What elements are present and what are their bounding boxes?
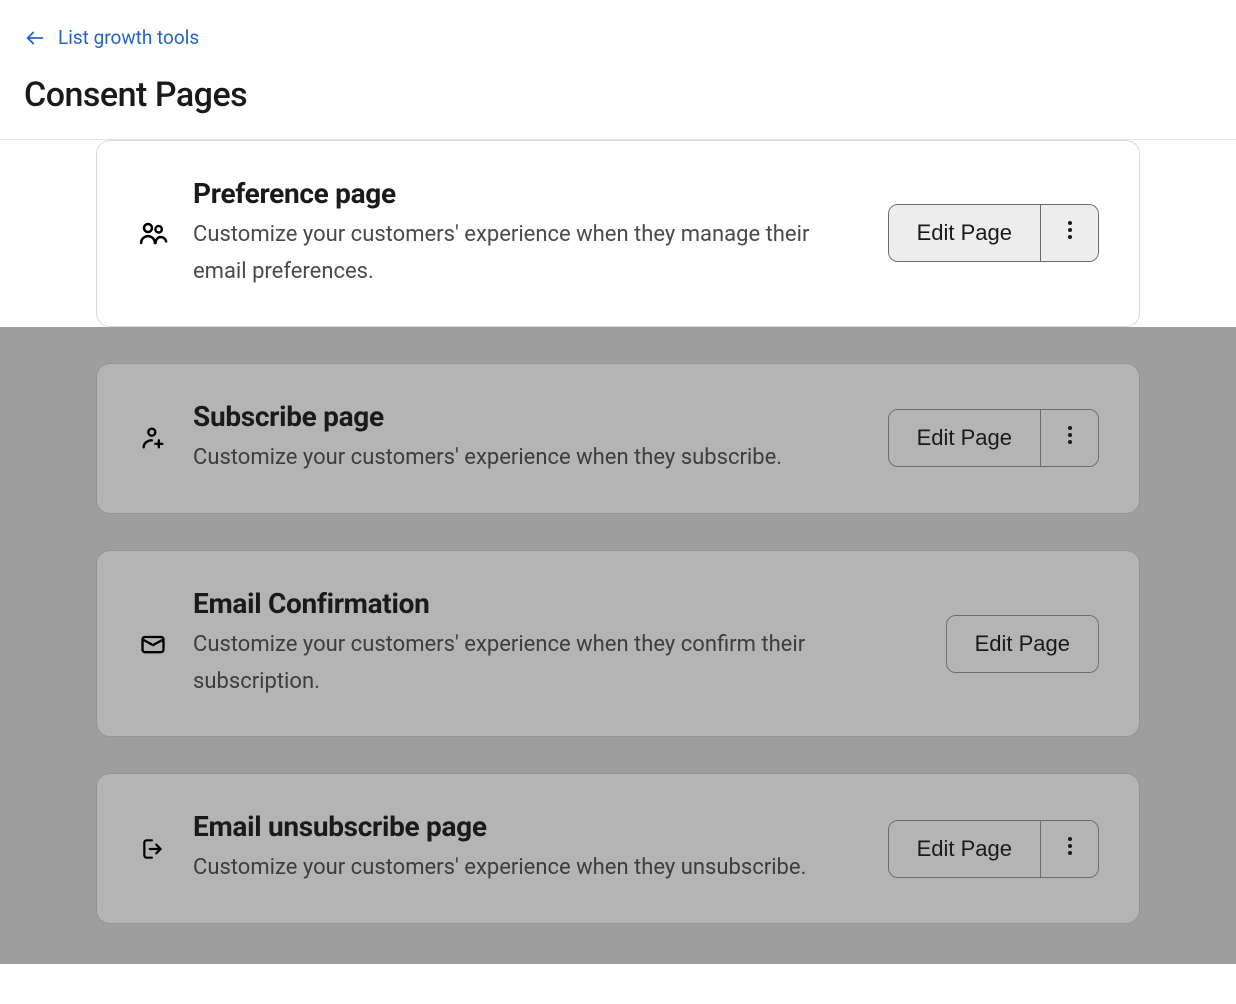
more-actions-button[interactable] (1040, 821, 1098, 877)
preference-page-card: Preference page Customize your customers… (96, 140, 1140, 328)
card-title: Subscribe page (193, 400, 864, 433)
email-confirmation-card: Email Confirmation Customize your custom… (96, 550, 1140, 738)
people-icon (137, 217, 169, 249)
back-link[interactable]: List growth tools (24, 26, 199, 49)
edit-page-button[interactable]: Edit Page (947, 616, 1098, 672)
page-header: List growth tools Consent Pages (0, 0, 1236, 140)
person-add-icon (137, 422, 169, 454)
card-description: Customize your customers' experience whe… (193, 439, 864, 476)
card-title: Email Confirmation (193, 587, 922, 620)
content: Preference page Customize your customers… (0, 140, 1236, 1004)
edit-page-button[interactable]: Edit Page (889, 205, 1040, 261)
edit-page-button[interactable]: Edit Page (889, 410, 1040, 466)
page-title: Consent Pages (24, 75, 1212, 115)
edit-page-button[interactable]: Edit Page (889, 821, 1040, 877)
email-unsubscribe-card: Email unsubscribe page Customize your cu… (96, 773, 1140, 923)
kebab-icon (1067, 835, 1073, 863)
card-description: Customize your customers' experience whe… (193, 626, 922, 701)
card-description: Customize your customers' experience whe… (193, 216, 864, 291)
arrow-left-icon (24, 27, 46, 49)
card-description: Customize your customers' experience whe… (193, 849, 864, 886)
card-title: Preference page (193, 177, 864, 210)
kebab-icon (1067, 424, 1073, 452)
more-actions-button[interactable] (1040, 410, 1098, 466)
back-link-label: List growth tools (58, 26, 199, 49)
card-title: Email unsubscribe page (193, 810, 864, 843)
kebab-icon (1067, 219, 1073, 247)
logout-icon (137, 833, 169, 865)
subscribe-page-card: Subscribe page Customize your customers'… (96, 363, 1140, 513)
more-actions-button[interactable] (1040, 205, 1098, 261)
envelope-icon (137, 628, 169, 660)
